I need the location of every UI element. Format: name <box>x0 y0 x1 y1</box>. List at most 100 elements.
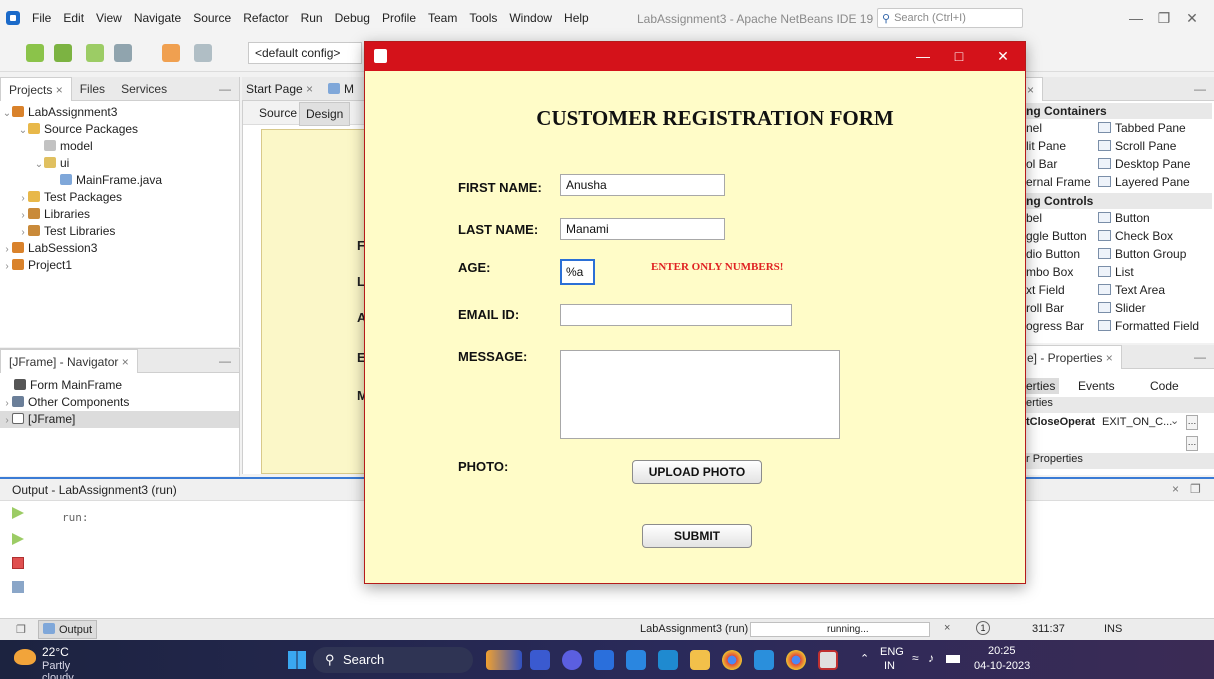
palette-desktop-pane[interactable]: Desktop Pane <box>1098 157 1190 171</box>
chevron-right-icon[interactable]: › <box>2 395 12 412</box>
tab-start-page[interactable]: Start Page × <box>246 82 313 96</box>
tab-properties-panel[interactable]: e] - Properties × <box>1024 344 1122 369</box>
palette-radio-button[interactable]: dio Button <box>1026 247 1080 261</box>
rerun-icon[interactable] <box>12 507 24 519</box>
chrome-icon[interactable] <box>722 650 742 670</box>
close-tab-icon[interactable]: × <box>122 355 129 369</box>
chevron-down-icon[interactable]: ⌄ <box>34 156 44 173</box>
menu-help[interactable]: Help <box>558 11 595 25</box>
palette-button-group[interactable]: Button Group <box>1098 247 1186 261</box>
java-app-icon[interactable] <box>818 650 838 670</box>
palette-text-area[interactable]: Text Area <box>1098 283 1165 297</box>
menu-source[interactable]: Source <box>187 11 237 25</box>
subtab-design[interactable]: Design <box>299 102 351 126</box>
close-tab-icon[interactable]: × <box>306 82 313 96</box>
minimize-icon[interactable]: — <box>911 45 935 67</box>
clock-time[interactable]: 20:25 <box>988 645 1016 657</box>
teams-icon[interactable] <box>562 650 582 670</box>
minimize-icon[interactable]: — <box>1124 8 1148 28</box>
palette-tool-bar[interactable]: ol Bar <box>1026 157 1057 171</box>
app-l-icon[interactable] <box>658 650 678 670</box>
palette-check-box[interactable]: Check Box <box>1098 229 1173 243</box>
app-shield-icon[interactable] <box>754 650 774 670</box>
menu-edit[interactable]: Edit <box>57 11 90 25</box>
tree-file-mainframe[interactable]: MainFrame.java <box>0 172 239 189</box>
tab-navigator[interactable]: [JFrame] - Navigator × <box>0 348 138 373</box>
menu-tools[interactable]: Tools <box>463 11 503 25</box>
restore-icon[interactable]: ❐ <box>16 623 26 636</box>
palette-list[interactable]: List <box>1098 265 1134 279</box>
chevron-right-icon[interactable]: › <box>18 207 28 224</box>
tab-mainframe[interactable]: M <box>328 82 354 96</box>
palette-panel-item[interactable]: nel <box>1026 121 1042 135</box>
nav-form-mainframe[interactable]: Form MainFrame <box>0 377 239 394</box>
menu-window[interactable]: Window <box>503 11 558 25</box>
redo-button[interactable] <box>190 40 216 66</box>
nav-jframe[interactable]: › [JFrame] <box>0 411 239 428</box>
chevron-down-icon[interactable]: ⌄ <box>18 122 28 139</box>
chevron-right-icon[interactable]: › <box>18 190 28 207</box>
close-icon[interactable]: × <box>1172 482 1179 496</box>
tree-package-ui[interactable]: ⌄ ui <box>0 155 239 172</box>
ide-search-box[interactable]: ⚲ Search (Ctrl+I) <box>877 8 1023 28</box>
design-canvas[interactable]: F L A E M <box>261 129 368 474</box>
stop-icon[interactable] <box>12 557 24 569</box>
close-tab-icon[interactable]: × <box>1027 83 1034 97</box>
config-select[interactable]: <default config> <box>248 42 362 64</box>
open-project-button[interactable] <box>82 40 108 66</box>
tree-source-packages[interactable]: ⌄ Source Packages <box>0 121 239 138</box>
tab-services[interactable]: Services <box>113 77 175 101</box>
menu-run[interactable]: Run <box>295 11 329 25</box>
output-tab[interactable]: Output <box>38 620 98 639</box>
email-field[interactable] <box>560 304 792 326</box>
tab-palette[interactable]: × <box>1024 76 1044 101</box>
palette-progress-bar[interactable]: ogress Bar <box>1026 319 1084 333</box>
undo-button[interactable] <box>158 40 184 66</box>
clock-date[interactable]: 04-10-2023 <box>974 660 1030 672</box>
restore-icon[interactable]: ❐ <box>1190 482 1201 496</box>
age-field[interactable] <box>560 259 595 285</box>
tab-properties[interactable]: erties <box>1026 378 1060 394</box>
new-project-button[interactable] <box>50 40 76 66</box>
menu-view[interactable]: View <box>90 11 128 25</box>
tab-files[interactable]: Files <box>72 77 113 101</box>
chevron-right-icon[interactable]: › <box>2 258 12 275</box>
chevron-up-icon[interactable]: ⌃ <box>860 652 869 665</box>
taskbar-search-box[interactable]: ⚲ Search <box>313 647 473 673</box>
menu-team[interactable]: Team <box>422 11 463 25</box>
new-file-button[interactable] <box>22 40 48 66</box>
minimize-panel-icon[interactable]: — <box>1194 350 1206 364</box>
property-row-close-operation[interactable]: tCloseOperat EXIT_ON_C... ⌄ … <box>1024 413 1214 433</box>
palette-scroll-pane[interactable]: Scroll Pane <box>1098 139 1176 153</box>
chevron-down-icon[interactable]: ⌄ <box>1170 414 1179 427</box>
tree-libraries[interactable]: › Libraries <box>0 206 239 223</box>
minimize-panel-icon[interactable]: — <box>219 354 231 368</box>
tree-package-model[interactable]: model <box>0 138 239 155</box>
tree-project-project1[interactable]: › Project1 <box>0 257 239 274</box>
palette-formatted-field[interactable]: Formatted Field <box>1098 319 1199 333</box>
tree-test-packages[interactable]: › Test Packages <box>0 189 239 206</box>
palette-toggle-button[interactable]: ggle Button <box>1026 229 1087 243</box>
palette-text-field[interactable]: xt Field <box>1026 283 1065 297</box>
upload-photo-button[interactable]: UPLOAD PHOTO <box>632 460 762 484</box>
palette-section-containers[interactable]: ng Containers <box>1026 103 1212 119</box>
restore-icon[interactable]: ❐ <box>1152 8 1176 28</box>
tab-code[interactable]: Code <box>1150 379 1179 393</box>
submit-button[interactable]: SUBMIT <box>642 524 752 548</box>
property-editor-button[interactable]: … <box>1186 436 1198 451</box>
tree-project-labassignment3[interactable]: ⌄ LabAssignment3 <box>0 104 239 121</box>
palette-label[interactable]: bel <box>1026 211 1042 225</box>
chevron-right-icon[interactable]: › <box>2 241 12 258</box>
battery-icon[interactable] <box>946 655 960 663</box>
menu-file[interactable]: File <box>26 11 57 25</box>
nav-other-components[interactable]: › Other Components <box>0 394 239 411</box>
close-icon[interactable]: ✕ <box>991 45 1015 67</box>
windows-start-icon[interactable] <box>288 651 306 669</box>
property-row-blank[interactable]: … <box>1024 435 1214 453</box>
language-indicator-2[interactable]: IN <box>884 660 895 672</box>
store-icon[interactable] <box>594 650 614 670</box>
tree-project-labsession3[interactable]: › LabSession3 <box>0 240 239 257</box>
palette-button[interactable]: Button <box>1098 211 1150 225</box>
mail-icon[interactable] <box>626 650 646 670</box>
rerun-with-args-icon[interactable] <box>12 533 24 545</box>
